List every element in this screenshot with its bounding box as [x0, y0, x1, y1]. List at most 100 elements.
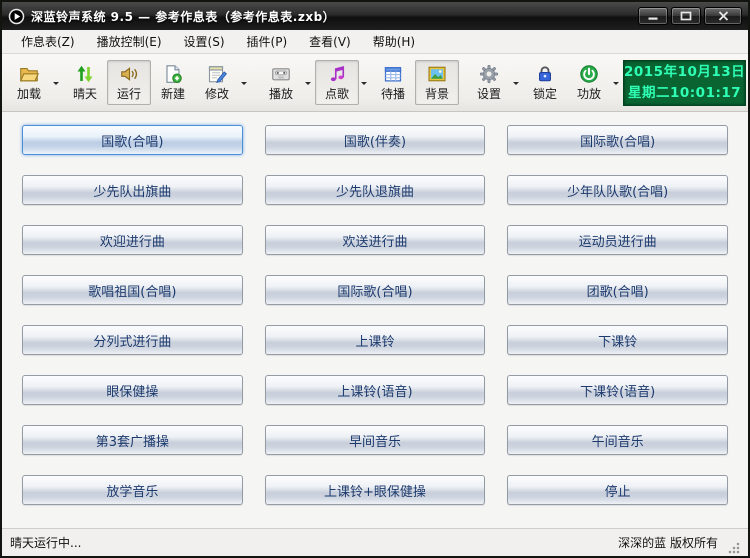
folder-open-icon [19, 64, 39, 84]
lock-button-label: 锁定 [533, 85, 557, 102]
menu-view[interactable]: 查看(V) [298, 30, 362, 53]
schedule-button[interactable]: 国歌(合唱) [22, 125, 243, 155]
edit-pencil-icon [207, 64, 227, 84]
schedule-button[interactable]: 少先队退旗曲 [265, 175, 486, 205]
schedule-button[interactable]: 国际歌(合唱) [507, 125, 728, 155]
queue-button-label: 待播 [381, 85, 405, 102]
titlebar: 深蓝铃声系统 9.5 — 参考作息表（参考作息表.zxb） [2, 2, 748, 30]
modify-button-label: 修改 [205, 85, 229, 102]
load-button-label: 加载 [17, 85, 41, 102]
app-window: 深蓝铃声系统 9.5 — 参考作息表（参考作息表.zxb） 作息表(Z) 播放控… [0, 0, 750, 558]
schedule-button[interactable]: 早间音乐 [265, 425, 486, 455]
power-icon [579, 64, 599, 84]
schedule-button[interactable]: 眼保健操 [22, 375, 243, 405]
schedule-button[interactable]: 上课铃(语音) [265, 375, 486, 405]
minimize-icon [647, 11, 659, 21]
chevron-down-icon[interactable] [305, 82, 311, 88]
sunny-button[interactable]: 晴天 [63, 60, 107, 105]
resize-grip-icon[interactable] [728, 542, 740, 554]
refresh-arrows-icon [75, 64, 95, 84]
statusbar: 晴天运行中... 深深的蓝 版权所有 [2, 528, 748, 556]
menu-schedule[interactable]: 作息表(Z) [10, 30, 86, 53]
minimize-button[interactable] [638, 7, 668, 25]
toolbar-group-lock: 锁定 [523, 60, 567, 105]
menu-settings[interactable]: 设置(S) [173, 30, 236, 53]
queue-button[interactable]: 待播 [371, 60, 415, 105]
schedule-button[interactable]: 少年队队歌(合唱) [507, 175, 728, 205]
cassette-player-icon [271, 64, 291, 84]
close-icon [718, 11, 729, 21]
schedule-button[interactable]: 团歌(合唱) [507, 275, 728, 305]
toolbar-group-modify: 修改 [195, 60, 251, 105]
chevron-down-icon[interactable] [361, 82, 367, 88]
background-image-icon [427, 64, 447, 84]
toolbar: 加载 晴天 [2, 54, 748, 112]
toolbar-group-sunny: 晴天 [63, 60, 107, 105]
chevron-down-icon[interactable] [241, 82, 247, 88]
maximize-icon [680, 11, 692, 21]
lock-icon [535, 64, 555, 84]
play-button[interactable]: 播放 [259, 60, 303, 105]
settings-button[interactable]: 设置 [467, 60, 511, 105]
amplifier-button[interactable]: 功放 [567, 60, 611, 105]
schedule-button[interactable]: 国际歌(合唱) [265, 275, 486, 305]
app-play-icon [8, 8, 25, 25]
schedule-button[interactable]: 国歌(伴奏) [265, 125, 486, 155]
gear-icon [479, 64, 499, 84]
window-title: 深蓝铃声系统 9.5 — 参考作息表（参考作息表.zxb） [31, 8, 630, 25]
maximize-button[interactable] [671, 7, 701, 25]
schedule-button[interactable]: 运动员进行曲 [507, 225, 728, 255]
schedule-button[interactable]: 停止 [507, 475, 728, 505]
schedule-button[interactable]: 歌唱祖国(合唱) [22, 275, 243, 305]
speaker-icon [119, 64, 139, 84]
menu-plugins[interactable]: 插件(P) [236, 30, 299, 53]
close-button[interactable] [704, 7, 742, 25]
schedule-button[interactable]: 下课铃(语音) [507, 375, 728, 405]
song-request-button[interactable]: 点歌 [315, 60, 359, 105]
clock-time: 星期二10:01:17 [628, 83, 741, 104]
music-notes-icon [327, 64, 347, 84]
chevron-down-icon[interactable] [53, 82, 59, 88]
schedule-button[interactable]: 第3套广播操 [22, 425, 243, 455]
schedule-button[interactable]: 分列式进行曲 [22, 325, 243, 355]
schedule-button-grid: 国歌(合唱) 国歌(伴奏) 国际歌(合唱) 少先队出旗曲 少先队退旗曲 少年队队… [2, 112, 748, 528]
menubar: 作息表(Z) 播放控制(E) 设置(S) 插件(P) 查看(V) 帮助(H) [2, 30, 748, 54]
load-button[interactable]: 加载 [7, 60, 51, 105]
run-button[interactable]: 运行 [107, 60, 151, 105]
schedule-button[interactable]: 下课铃 [507, 325, 728, 355]
schedule-button[interactable]: 上课铃+眼保健操 [265, 475, 486, 505]
clock-date: 2015年10月13日 [624, 62, 745, 83]
schedule-button[interactable]: 上课铃 [265, 325, 486, 355]
toolbar-group-song-request: 点歌 [315, 60, 371, 105]
run-button-label: 运行 [117, 85, 141, 102]
new-button-label: 新建 [161, 85, 185, 102]
schedule-button[interactable]: 午间音乐 [507, 425, 728, 455]
amplifier-button-label: 功放 [577, 85, 601, 102]
toolbar-group-play: 播放 [259, 60, 315, 105]
toolbar-group-new: 新建 [151, 60, 195, 105]
schedule-button[interactable]: 欢迎进行曲 [22, 225, 243, 255]
new-button[interactable]: 新建 [151, 60, 195, 105]
sunny-button-label: 晴天 [73, 85, 97, 102]
datetime-display: 2015年10月13日 星期二10:01:17 [623, 60, 746, 106]
settings-button-label: 设置 [477, 85, 501, 102]
schedule-button[interactable]: 放学音乐 [22, 475, 243, 505]
chevron-down-icon[interactable] [613, 82, 619, 88]
modify-button[interactable]: 修改 [195, 60, 239, 105]
toolbar-group-run: 运行 [107, 60, 151, 105]
menu-help[interactable]: 帮助(H) [362, 30, 426, 53]
schedule-button[interactable]: 欢送进行曲 [265, 225, 486, 255]
song-request-button-label: 点歌 [325, 85, 349, 102]
window-controls [638, 7, 742, 25]
toolbar-group-amplifier: 功放 [567, 60, 623, 105]
new-document-icon [163, 64, 183, 84]
playlist-table-icon [383, 64, 403, 84]
background-button[interactable]: 背景 [415, 60, 459, 105]
menu-playback-control[interactable]: 播放控制(E) [86, 30, 173, 53]
schedule-button[interactable]: 少先队出旗曲 [22, 175, 243, 205]
status-running-text: 晴天运行中... [10, 534, 618, 551]
background-button-label: 背景 [425, 85, 449, 102]
toolbar-group-queue: 待播 [371, 60, 415, 105]
chevron-down-icon[interactable] [513, 82, 519, 88]
lock-button[interactable]: 锁定 [523, 60, 567, 105]
